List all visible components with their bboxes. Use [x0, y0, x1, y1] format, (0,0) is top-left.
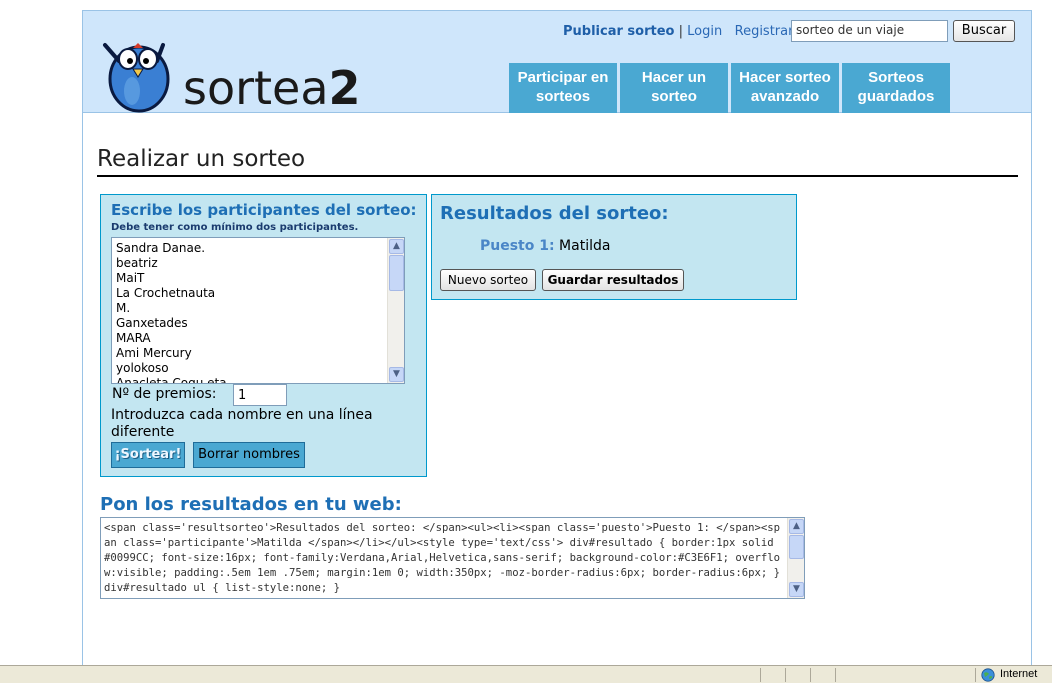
prizes-input[interactable]: 1 — [233, 384, 287, 406]
result-winner: Matilda — [559, 238, 611, 254]
logo-wordmark: sortea2 — [183, 61, 361, 115]
participant-name: MaiT — [116, 271, 145, 285]
embed-scrollbar[interactable]: ▲ ▼ — [787, 518, 804, 598]
clear-names-button[interactable]: Borrar nombres — [193, 442, 305, 468]
participant-name: Ami Mercury — [116, 346, 192, 360]
status-divider — [975, 668, 976, 682]
embed-code-textarea[interactable]: <span class='resultsorteo'>Resultados de… — [100, 517, 805, 599]
participant-name: Sandra Danae. — [116, 241, 206, 255]
participant-name: MARA — [116, 331, 151, 345]
register-link[interactable]: Registrar — [735, 24, 794, 39]
internet-zone-globe-icon — [981, 668, 995, 682]
new-draw-button[interactable]: Nuevo sorteo — [440, 269, 536, 291]
browser-status-bar: Internet — [0, 665, 1052, 683]
instructions-text: Introduzca cada nombre en una línea dife… — [111, 407, 373, 440]
participant-name: Ganxetades — [116, 316, 188, 330]
participant-name: yolokoso — [116, 361, 169, 375]
title-divider — [97, 175, 1018, 177]
publish-link[interactable]: Publicar sorteo — [563, 24, 674, 39]
embed-heading: Pon los resultados en tu web: — [100, 494, 402, 515]
participant-name: M. — [116, 301, 131, 315]
result-entry: Puesto 1: Matilda — [480, 238, 610, 254]
scroll-up-icon[interactable]: ▲ — [389, 239, 404, 254]
save-results-button[interactable]: Guardar resultados — [542, 269, 684, 291]
bird-mascot-icon — [103, 43, 170, 113]
scroll-thumb[interactable] — [389, 255, 404, 291]
security-zone-label: Internet — [1000, 668, 1038, 680]
participants-scrollbar[interactable]: ▲ ▼ — [387, 238, 404, 383]
search-input[interactable]: sorteo de un viaje — [791, 20, 948, 42]
status-divider — [835, 668, 836, 682]
status-divider — [785, 668, 786, 682]
participant-name: beatriz — [116, 256, 158, 270]
scroll-up-icon[interactable]: ▲ — [789, 519, 804, 534]
site-header: sortea2 Publicar sorteo | Login Registra… — [83, 10, 1031, 113]
nav-tab-sorteos-guardados[interactable]: Sorteos guardados — [842, 63, 950, 113]
site-logo[interactable]: sortea2 — [99, 39, 361, 113]
participants-heading: Escribe los participantes del sorteo: — [111, 201, 417, 219]
page-title: Realizar un sorteo — [97, 146, 306, 172]
scroll-thumb[interactable] — [789, 535, 804, 559]
nav-tab-hacer-sorteo[interactable]: Hacer un sorteo — [620, 63, 728, 113]
status-divider — [810, 668, 811, 682]
results-heading: Resultados del sorteo: — [440, 203, 669, 224]
results-panel: Resultados del sorteo: Puesto 1: Matilda… — [431, 194, 797, 300]
embed-code: <span class='resultsorteo'>Resultados de… — [104, 522, 787, 594]
prizes-label: Nº de premios: — [112, 386, 217, 402]
draw-button[interactable]: ¡Sortear! — [111, 442, 185, 468]
participants-list: Sandra Danae. beatriz MaiT La Crochetnau… — [116, 241, 227, 384]
link-separator: | — [678, 24, 683, 39]
status-divider — [760, 668, 761, 682]
top-links: Publicar sorteo | Login Registrar — [563, 24, 793, 39]
login-link[interactable]: Login — [687, 24, 722, 39]
participants-panel: Escribe los participantes del sorteo: De… — [100, 194, 427, 477]
result-position: Puesto 1: — [480, 238, 555, 254]
nav-tab-sorteo-avanzado[interactable]: Hacer sorteo avanzado — [731, 63, 839, 113]
participant-name: La Crochetnauta — [116, 286, 216, 300]
nav-tab-participar[interactable]: Participar en sorteos — [509, 63, 617, 113]
participants-textarea[interactable]: Sandra Danae. beatriz MaiT La Crochetnau… — [111, 237, 405, 384]
scroll-down-icon[interactable]: ▼ — [389, 367, 404, 382]
participants-subheading: Debe tener como mínimo dos participantes… — [111, 222, 359, 233]
scroll-down-icon[interactable]: ▼ — [789, 582, 804, 597]
participant-name: Anacleta Coqu eta — [116, 376, 227, 384]
search-button[interactable]: Buscar — [953, 20, 1015, 42]
